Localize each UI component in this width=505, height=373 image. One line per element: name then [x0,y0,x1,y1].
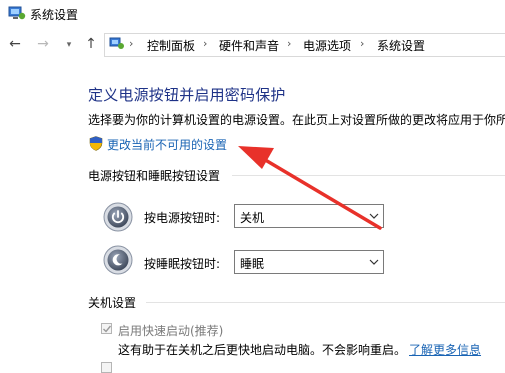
sleep-button-icon [103,245,133,275]
fast-startup-label: 启用快速启动(推荐) [118,324,224,338]
fast-startup-description: 这有助于在关机之后更快地启动电脑。不会影响重启。 [118,343,407,357]
page-description: 选择要为你的计算机设置的电源设置。在此页上对设置所做的更改将应用于你所 [88,113,505,127]
control-panel-icon [109,37,124,49]
title-bar: 系统设置 [0,0,505,30]
breadcrumb-item[interactable]: 系统设置 [377,37,425,54]
navigation-bar: ← → ▾ ↑ › 控制面板 › 硬件和声音 › 电源选项 › 系统设置 [0,30,505,62]
select-value: 关机 [240,211,265,225]
recent-locations-chevron-icon[interactable]: ▾ [62,37,76,53]
section-title-power-buttons: 电源按钮和睡眠按钮设置 [88,169,221,183]
breadcrumb-separator-icon: › [203,37,208,50]
breadcrumb-item[interactable]: 硬件和声音 [219,37,279,54]
chevron-down-icon [369,259,379,265]
select-value: 睡眠 [240,257,265,271]
sleep-button-label: 按睡眠按钮时: [144,257,221,271]
breadcrumb-item[interactable]: 控制面板 [147,37,195,54]
power-button-label: 按电源按钮时: [144,211,221,225]
breadcrumb-separator-icon: › [129,37,134,50]
section-divider [232,175,505,176]
forward-arrow-icon[interactable]: → [36,36,50,52]
sleep-button-action-select[interactable]: 睡眠 [234,250,384,274]
change-unavailable-settings-link[interactable]: 更改当前不可用的设置 [107,136,227,153]
checkmark-icon [103,325,112,333]
sleep-option-checkbox[interactable] [101,362,112,373]
power-button-action-select[interactable]: 关机 [234,204,384,228]
section-divider [146,302,505,303]
address-bar[interactable]: › 控制面板 › 硬件和声音 › 电源选项 › 系统设置 [104,33,505,57]
breadcrumb-separator-icon: › [287,37,292,50]
window-title: 系统设置 [30,8,79,22]
breadcrumb-separator-icon: › [360,37,365,50]
back-arrow-icon[interactable]: ← [8,36,22,52]
chevron-down-icon [369,213,379,219]
control-panel-icon [8,6,26,20]
breadcrumb-item[interactable]: 电源选项 [303,37,351,54]
page-title: 定义电源按钮并启用密码保护 [88,86,286,104]
section-title-shutdown: 关机设置 [88,296,137,310]
learn-more-link[interactable]: 了解更多信息 [409,341,481,358]
up-arrow-icon[interactable]: ↑ [84,36,98,52]
power-button-icon [103,202,133,232]
uac-shield-icon [89,136,103,151]
fast-startup-checkbox[interactable] [101,323,112,334]
